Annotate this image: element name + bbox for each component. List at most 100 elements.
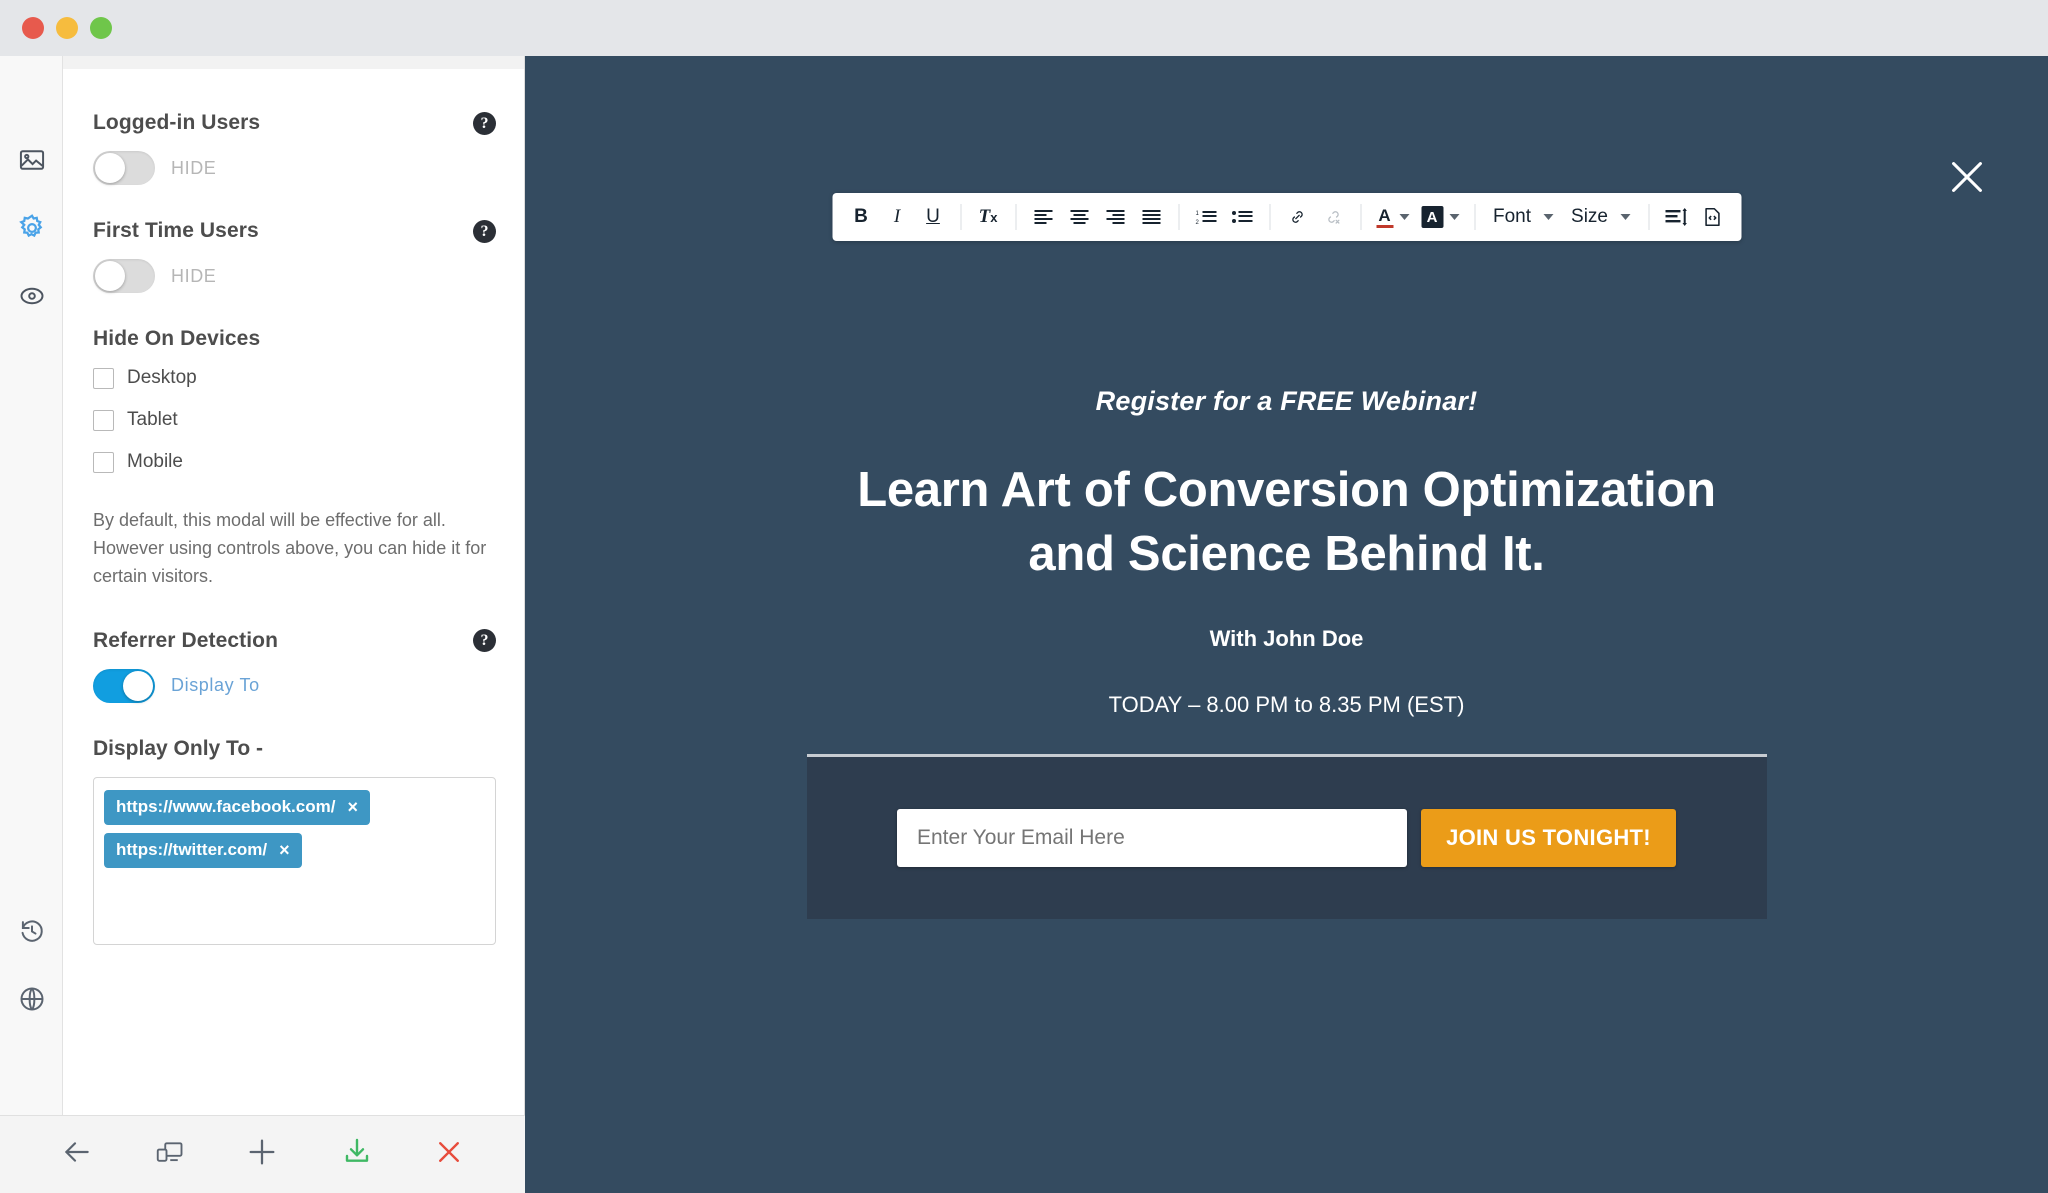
text-color-icon[interactable]: A (1371, 199, 1414, 235)
join-us-tonight-button[interactable]: JOIN US TONIGHT! (1421, 809, 1676, 868)
referrer-detection-toggle[interactable] (93, 668, 155, 703)
email-input[interactable] (897, 809, 1407, 868)
hide-on-devices-label: Hide On Devices (93, 327, 261, 350)
help-icon[interactable]: ? (473, 111, 496, 135)
tag-label: https://twitter.com/ (116, 840, 268, 860)
tag-remove-icon[interactable]: × (279, 840, 290, 861)
unlink-icon[interactable] (1316, 199, 1350, 235)
modal-close-button[interactable] (1944, 154, 1990, 200)
bottom-toolbar (0, 1115, 525, 1193)
align-center-icon[interactable] (1062, 199, 1096, 235)
add-button[interactable] (245, 1135, 279, 1174)
help-icon[interactable]: ? (473, 219, 496, 243)
rail-item-image[interactable] (0, 126, 63, 194)
display-only-to-tagbox[interactable]: https://www.facebook.com/ × https://twit… (93, 776, 496, 945)
settings-panel: Logged-in Users ? HIDE First Time Users … (63, 56, 525, 1193)
hide-on-devices-options: Desktop Tablet Mobile (93, 367, 496, 473)
toolbar-divider (960, 204, 961, 230)
responsive-preview-button[interactable] (154, 1137, 184, 1172)
font-family-dropdown[interactable]: Font (1485, 206, 1561, 228)
logged-in-users-toggle[interactable] (93, 151, 155, 185)
back-button[interactable] (61, 1136, 93, 1173)
checkbox-label-desktop: Desktop (127, 367, 197, 388)
checkbox-row-mobile[interactable]: Mobile (93, 451, 496, 473)
unordered-list-icon[interactable] (1225, 199, 1259, 235)
icon-rail (0, 56, 63, 1193)
plus-icon (245, 1135, 279, 1174)
window-maximize-button[interactable] (90, 17, 112, 39)
modal-schedule: TODAY – 8.00 PM to 8.35 PM (EST) (1108, 692, 1465, 718)
rail-item-history[interactable] (0, 897, 63, 965)
rail-item-global[interactable] (0, 965, 63, 1033)
devices-icon (154, 1137, 184, 1172)
rail-item-targeting[interactable] (0, 262, 63, 330)
modal-kicker: Register for a FREE Webinar! (1095, 386, 1478, 416)
list-item[interactable]: https://twitter.com/ × (104, 832, 302, 868)
source-code-icon[interactable] (1695, 199, 1729, 235)
field-header: First Time Users ? (93, 219, 496, 243)
svg-text:2: 2 (1195, 220, 1199, 225)
field-header: Hide On Devices (93, 327, 496, 351)
field-hide-on-devices: Hide On Devices Desktop Tablet Mobile (93, 327, 496, 473)
italic-button[interactable]: I (880, 199, 914, 235)
history-icon (18, 917, 46, 945)
ordered-list-icon[interactable]: 1 2 (1189, 199, 1223, 235)
referrer-detection-toggle-label: Display To (171, 675, 260, 696)
save-download-button[interactable] (341, 1136, 373, 1173)
chevron-down-icon (1620, 214, 1630, 220)
tag-wrap: https://www.facebook.com/ × (104, 789, 485, 833)
window-titlebar (0, 0, 2048, 56)
checkbox-desktop[interactable] (93, 367, 114, 389)
app-root: Logged-in Users ? HIDE First Time Users … (0, 0, 2048, 1193)
globe-icon (18, 985, 46, 1013)
toggle-knob (95, 153, 125, 183)
checkbox-row-tablet[interactable]: Tablet (93, 409, 496, 431)
panel-help-note: By default, this modal will be effective… (93, 510, 487, 586)
background-color-icon[interactable]: A (1416, 199, 1464, 235)
logged-in-users-label: Logged-in Users (93, 111, 261, 134)
help-icon[interactable]: ? (473, 629, 496, 653)
checkbox-tablet[interactable] (93, 409, 114, 431)
window-minimize-button[interactable] (56, 17, 78, 39)
settings-panel-body: Logged-in Users ? HIDE First Time Users … (63, 69, 524, 1193)
tag-remove-icon[interactable]: × (347, 797, 358, 818)
rich-text-toolbar: B I U Tx 1 2 A A Font Size (832, 193, 1741, 241)
image-icon (18, 146, 46, 174)
remove-format-icon[interactable]: Tx (971, 199, 1005, 235)
field-first-time-users: First Time Users ? HIDE (93, 219, 496, 293)
rail-item-settings[interactable] (0, 194, 63, 262)
toolbar-divider (1648, 204, 1649, 230)
tag-label: https://www.facebook.com/ (116, 797, 336, 817)
display-only-to-label: Display Only To - (93, 736, 263, 760)
panel-top-strip (63, 56, 524, 69)
field-header: Logged-in Users ? (93, 111, 496, 135)
delete-button[interactable] (434, 1137, 464, 1172)
toggle-knob (95, 261, 125, 291)
toolbar-divider (1360, 204, 1361, 230)
list-item[interactable]: https://www.facebook.com/ × (104, 789, 370, 825)
bold-button[interactable]: B (844, 199, 878, 235)
checkbox-row-desktop[interactable]: Desktop (93, 367, 496, 389)
chevron-down-icon (1449, 214, 1459, 220)
checkbox-mobile[interactable] (93, 451, 114, 473)
window-close-button[interactable] (22, 17, 44, 39)
font-size-label: Size (1571, 206, 1608, 227)
first-time-users-toggle[interactable] (93, 259, 155, 293)
back-arrow-icon (61, 1136, 93, 1173)
target-icon (18, 282, 46, 310)
toolbar-divider (1474, 204, 1475, 230)
align-right-icon[interactable] (1098, 199, 1132, 235)
toolbar-divider (1269, 204, 1270, 230)
field-referrer-detection: Referrer Detection ? Display To (93, 629, 496, 703)
tag-wrap: https://twitter.com/ × (104, 832, 485, 876)
close-x-icon (434, 1137, 464, 1172)
first-time-users-toggle-row: HIDE (93, 259, 496, 293)
modal-cta-section: JOIN US TONIGHT! (806, 754, 1767, 920)
line-height-icon[interactable] (1659, 199, 1693, 235)
referrer-detection-label: Referrer Detection (93, 628, 279, 652)
link-icon[interactable] (1280, 199, 1314, 235)
align-left-icon[interactable] (1026, 199, 1060, 235)
align-justify-icon[interactable] (1134, 199, 1168, 235)
font-size-dropdown[interactable]: Size (1563, 206, 1638, 228)
underline-button[interactable]: U (916, 199, 950, 235)
